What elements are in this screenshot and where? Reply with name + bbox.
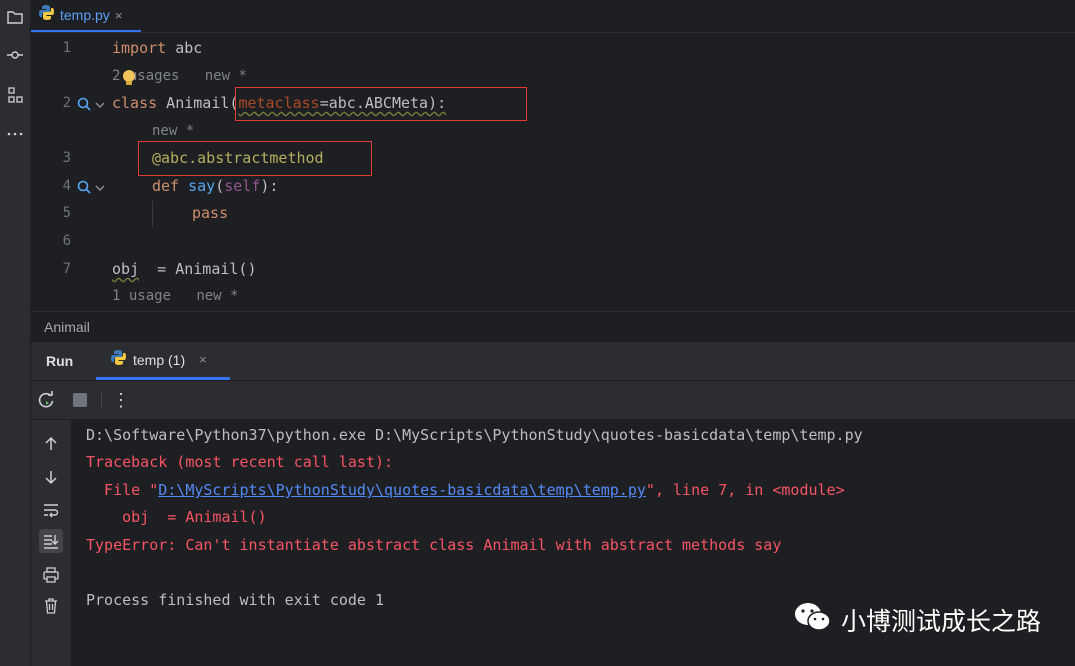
fold-chevron-icon[interactable] [94, 179, 106, 198]
wechat-icon [793, 600, 833, 639]
structure-icon[interactable] [0, 82, 30, 108]
code-line-4[interactable]: def say(self): [152, 177, 278, 195]
line-number: 6 [62, 233, 71, 249]
console-line-exit: Process finished with exit code 1 [86, 591, 385, 609]
more-icon[interactable] [0, 121, 30, 147]
watermark: 小博测试成长之路 [793, 600, 1041, 639]
code-line-1[interactable]: import abc [112, 39, 202, 57]
run-toolbar: ⋮ [31, 381, 1075, 420]
new-hint[interactable]: new * [152, 123, 194, 139]
console-line-source: obj = Animail() [86, 508, 267, 526]
usages-hint[interactable]: 1 usage new * [112, 288, 238, 304]
soft-wrap-icon[interactable] [39, 498, 63, 522]
run-side-toolbar [31, 420, 71, 666]
indent-guide [152, 201, 153, 227]
arrow-down-icon[interactable] [39, 465, 63, 489]
project-folder-icon[interactable] [0, 4, 30, 30]
scroll-to-end-icon[interactable] [39, 529, 63, 553]
run-tab-temp[interactable]: temp (1) × [96, 342, 230, 380]
stop-icon[interactable] [69, 389, 91, 411]
console-line-traceback: Traceback (most recent call last): [86, 453, 394, 471]
code-editor[interactable]: 1 import abc 2 usages new * 2 class Anim… [31, 33, 1075, 311]
implemented-marker-icon[interactable] [77, 96, 91, 115]
run-panel-header: Run temp (1) × [31, 342, 1075, 380]
line-number: 5 [62, 205, 71, 221]
editor-tab-label: temp.py [60, 7, 110, 23]
fold-chevron-icon[interactable] [94, 96, 106, 115]
toolbar-separator [101, 391, 102, 409]
run-panel-title: Run [46, 353, 74, 369]
tool-window-strip [0, 0, 31, 666]
code-line-7[interactable]: obj = Animail() [112, 260, 257, 278]
watermark-text: 小博测试成长之路 [840, 607, 1041, 636]
editor-tab-temp-py[interactable]: temp.py × [31, 0, 141, 32]
run-tab-label: temp (1) [133, 351, 186, 368]
breadcrumb-item[interactable]: Animail [44, 319, 90, 335]
lightbulb-icon[interactable] [122, 69, 136, 91]
console-line: D:\Software\Python37\python.exe D:\MyScr… [86, 426, 863, 444]
rerun-icon[interactable] [35, 389, 57, 411]
line-number: 2 [62, 95, 71, 111]
arrow-up-icon[interactable] [39, 432, 63, 456]
commit-icon[interactable] [0, 42, 30, 68]
code-line-5[interactable]: pass [192, 204, 228, 222]
highlight-box-decorator [138, 141, 372, 176]
editor-tab-bar: temp.py × [31, 0, 1075, 33]
close-icon[interactable]: × [199, 352, 207, 367]
trash-icon[interactable] [39, 594, 63, 618]
console-line-file: File "D:\MyScripts\PythonStudy\quotes-ba… [86, 481, 845, 499]
console-line-error: TypeError: Can't instantiate abstract cl… [86, 536, 782, 554]
line-number: 3 [62, 150, 71, 166]
print-icon[interactable] [39, 563, 63, 587]
line-number: 1 [62, 40, 71, 56]
more-options-icon[interactable]: ⋮ [110, 389, 132, 411]
close-icon[interactable]: × [115, 8, 123, 23]
highlight-box-metaclass [235, 87, 527, 121]
breadcrumb: Animail [31, 311, 1075, 342]
python-icon [110, 349, 127, 371]
file-link[interactable]: D:\MyScripts\PythonStudy\quotes-basicdat… [158, 481, 646, 499]
line-number: 7 [62, 261, 71, 277]
python-icon [38, 4, 55, 26]
line-number: 4 [62, 178, 71, 194]
implemented-marker-icon[interactable] [77, 179, 91, 198]
